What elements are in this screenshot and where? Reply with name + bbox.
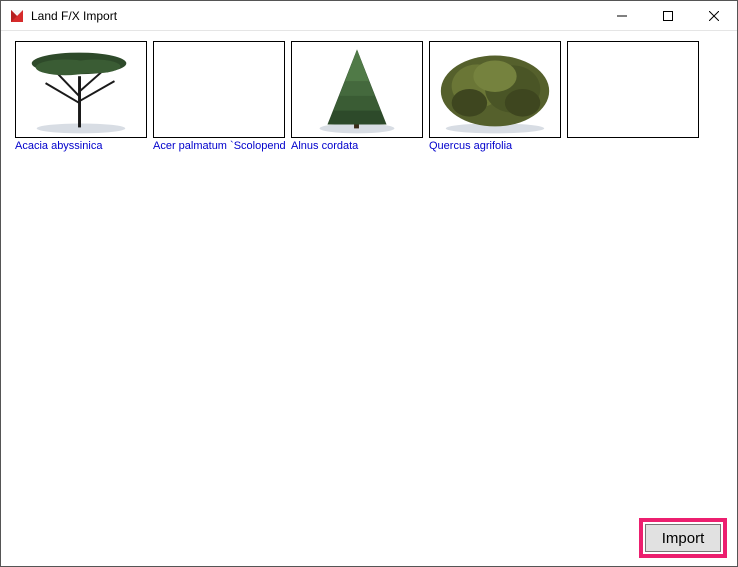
plant-label: Acacia abyssinica [15, 140, 147, 152]
plant-thumbnail [429, 41, 561, 138]
maximize-button[interactable] [645, 1, 691, 31]
plant-item[interactable]: Quercus agrifolia [429, 41, 561, 152]
plant-item[interactable] [567, 41, 699, 152]
plant-item[interactable]: Acacia abyssinica [15, 41, 147, 152]
titlebar: Land F/X Import [1, 1, 737, 31]
app-icon [9, 8, 25, 24]
plant-thumbnail [291, 41, 423, 138]
plant-item[interactable]: Acer palmatum `Scolopendr [153, 41, 285, 152]
plant-grid: Acacia abyssinica Acer palmatum `Scolope… [15, 41, 723, 152]
import-button[interactable]: Import [645, 524, 721, 552]
plant-label: Acer palmatum `Scolopendr [153, 140, 285, 152]
plant-label: Quercus agrifolia [429, 140, 561, 152]
plant-item[interactable]: Alnus cordata [291, 41, 423, 152]
footer: Import [639, 518, 727, 558]
close-button[interactable] [691, 1, 737, 31]
import-highlight: Import [639, 518, 727, 558]
plant-thumbnail [153, 41, 285, 138]
content-area: Acacia abyssinica Acer palmatum `Scolope… [1, 31, 737, 566]
minimize-button[interactable] [599, 1, 645, 31]
app-window: Land F/X Import [0, 0, 738, 567]
window-title: Land F/X Import [31, 9, 117, 23]
plant-thumbnail [567, 41, 699, 138]
plant-thumbnail [15, 41, 147, 138]
plant-label: Alnus cordata [291, 140, 423, 152]
